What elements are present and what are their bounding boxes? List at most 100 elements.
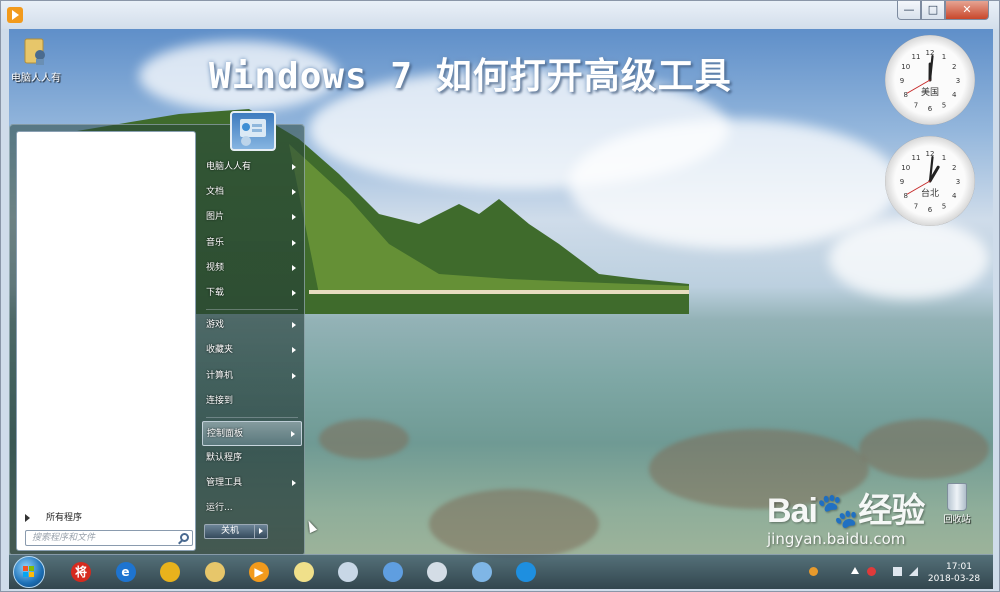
all-programs-button[interactable]: 所有程序 <box>25 510 189 528</box>
start-menu-item[interactable]: 音乐 <box>202 231 302 256</box>
clock-numeral: 11 <box>912 154 921 162</box>
search-icon[interactable] <box>180 533 189 542</box>
title-bar[interactable]: — □ ✕ <box>1 1 999 29</box>
start-menu-item-label: 下载 <box>206 287 225 298</box>
search-placeholder: 搜索程序和文件 <box>32 533 96 543</box>
system-tray: 17:01 2018-03-28 <box>809 561 989 585</box>
jiang-app-icon: 将 <box>71 562 91 582</box>
start-menu-item[interactable]: 图片 <box>202 205 302 230</box>
network-icon <box>471 562 492 582</box>
desktop-icon-label: 回收站 <box>943 515 971 525</box>
tray-app-icon[interactable] <box>809 567 818 576</box>
start-menu-places-pane: 电脑人人有文档图片音乐 视频下载游戏收藏夹计算机 连接到控制面板默认程序管理工具运行… <box>202 155 302 522</box>
start-menu-item[interactable]: 收藏夹 <box>202 338 302 363</box>
taskbar-button[interactable]: 将 <box>67 558 95 586</box>
minimize-button[interactable]: — <box>897 1 921 20</box>
start-menu-item[interactable]: 视频 <box>202 256 302 281</box>
start-menu-item[interactable]: 默认程序 <box>202 446 302 471</box>
taskbar-button[interactable] <box>201 558 229 586</box>
clock-gadget-taipei[interactable]: 1 2 3 4 5 6 7 8 9 10 11 12 台北 <box>885 136 975 226</box>
media-player-icon: ▶ <box>249 562 269 582</box>
clock-numeral: 2 <box>952 164 956 172</box>
taskbar-button[interactable] <box>512 558 540 586</box>
maximize-button[interactable]: □ <box>921 1 945 20</box>
chevron-right-icon <box>291 430 295 437</box>
start-menu-item[interactable]: 管理工具 <box>202 471 302 496</box>
show-hidden-icons-icon[interactable] <box>851 567 859 574</box>
clock-city-label: 台北 <box>920 189 939 199</box>
media-player-window: — □ ✕ Windows 7 如何打开高级工具 电脑人人有 123456789… <box>0 0 1000 592</box>
chevron-right-icon <box>292 480 296 487</box>
start-menu-item[interactable]: 下载 <box>202 281 302 306</box>
baidu-watermark: Bai🐾经验 jingyan.baidu.com <box>767 483 925 548</box>
start-menu-item[interactable]: 连接到 <box>202 389 302 414</box>
recycle-bin-icon <box>947 483 967 511</box>
tray-flower-icon[interactable] <box>867 567 876 576</box>
clock-numeral: 3 <box>956 178 960 186</box>
chevron-right-icon <box>292 322 296 329</box>
network-signal-icon[interactable] <box>909 567 918 576</box>
search-input[interactable]: 搜索程序和文件 <box>25 530 193 546</box>
taskbar-button[interactable] <box>468 558 496 586</box>
start-menu-item-label: 收藏夹 <box>206 345 234 356</box>
clock-face: 1234567891011 12 <box>900 49 960 113</box>
start-menu-item-label: 图片 <box>206 212 225 223</box>
start-menu-item[interactable]: 运行... <box>202 496 302 521</box>
mouse-cursor-icon <box>304 518 318 534</box>
folder-icon <box>204 562 225 582</box>
clock-numeral: 5 <box>942 101 946 109</box>
clock-time[interactable]: 17:01 <box>929 562 989 572</box>
taskbar-button[interactable] <box>290 558 318 586</box>
shutdown-label: 关机 <box>221 526 240 536</box>
clock-date[interactable]: 2018-03-28 <box>919 574 989 584</box>
chevron-right-icon <box>292 214 296 221</box>
volume-icon[interactable] <box>893 567 902 576</box>
clock-minute-hand <box>928 55 934 82</box>
shutdown-options-button[interactable] <box>254 524 268 539</box>
clock-gadget-us[interactable]: 1 2 3 4 5 6 7 8 9 10 11 12 美国 <box>885 35 975 125</box>
all-programs-label: 所有程序 <box>46 513 83 523</box>
player-app-icon[interactable] <box>7 7 23 23</box>
remote-desktop-icon <box>382 562 403 582</box>
rock-shape <box>429 489 599 559</box>
watermark-brand: Bai🐾经验 <box>767 492 925 530</box>
start-button[interactable] <box>13 556 45 588</box>
desktop-icon-label: 电脑人人有 <box>11 73 61 84</box>
desktop-wallpaper: Windows 7 如何打开高级工具 电脑人人有 1 2 3 4 5 6 7 8 9 10 11 12… <box>9 29 993 589</box>
start-menu-item-label: 管理工具 <box>206 478 243 489</box>
start-menu-item-label: 运行... <box>206 503 233 514</box>
clock-numeral: 3 <box>956 77 960 85</box>
taskbar-button[interactable] <box>156 558 184 586</box>
shutdown-button[interactable]: 关机 <box>204 524 268 539</box>
close-button[interactable]: ✕ <box>945 1 989 20</box>
start-menu-item-label: 控制面板 <box>207 428 244 439</box>
menu-separator <box>206 416 298 418</box>
taskbar-button[interactable] <box>423 558 451 586</box>
chevron-right-icon <box>292 239 296 246</box>
user-avatar[interactable] <box>230 111 276 151</box>
desktop-icon-recycle-bin[interactable]: 回收站 <box>935 483 979 525</box>
tutorial-headline: Windows 7 如何打开高级工具 <box>209 56 732 97</box>
clock-numeral: 1 <box>942 53 946 61</box>
taskbar: 将 e ▶ 17:01 2018-03-28 <box>9 554 993 589</box>
rock-shape <box>319 419 409 459</box>
document-icon <box>338 562 358 582</box>
clock-numeral: 10 <box>901 63 910 71</box>
clock-numeral: 10 <box>901 164 910 172</box>
taskbar-button[interactable]: ▶ <box>245 558 273 586</box>
notes-icon <box>293 562 314 582</box>
start-menu-item[interactable]: 文档 <box>202 180 302 205</box>
start-menu-item[interactable]: 游戏 <box>202 313 302 338</box>
start-menu-item[interactable]: 电脑人人有 <box>202 155 302 180</box>
clock-numeral: 2 <box>952 63 956 71</box>
start-menu-item-label: 文档 <box>206 187 225 198</box>
ie-icon: e <box>115 562 136 582</box>
taskbar-button[interactable] <box>379 558 407 586</box>
desktop-icon-user-folder[interactable]: 电脑人人有 <box>11 35 61 84</box>
start-menu-item[interactable]: 控制面板 <box>202 420 302 447</box>
watermark-url: jingyan.baidu.com <box>767 530 906 548</box>
start-menu-item[interactable]: 计算机 <box>202 364 302 389</box>
taskbar-button[interactable] <box>334 558 362 586</box>
chevron-right-icon <box>292 289 296 296</box>
taskbar-button[interactable]: e <box>112 558 140 586</box>
